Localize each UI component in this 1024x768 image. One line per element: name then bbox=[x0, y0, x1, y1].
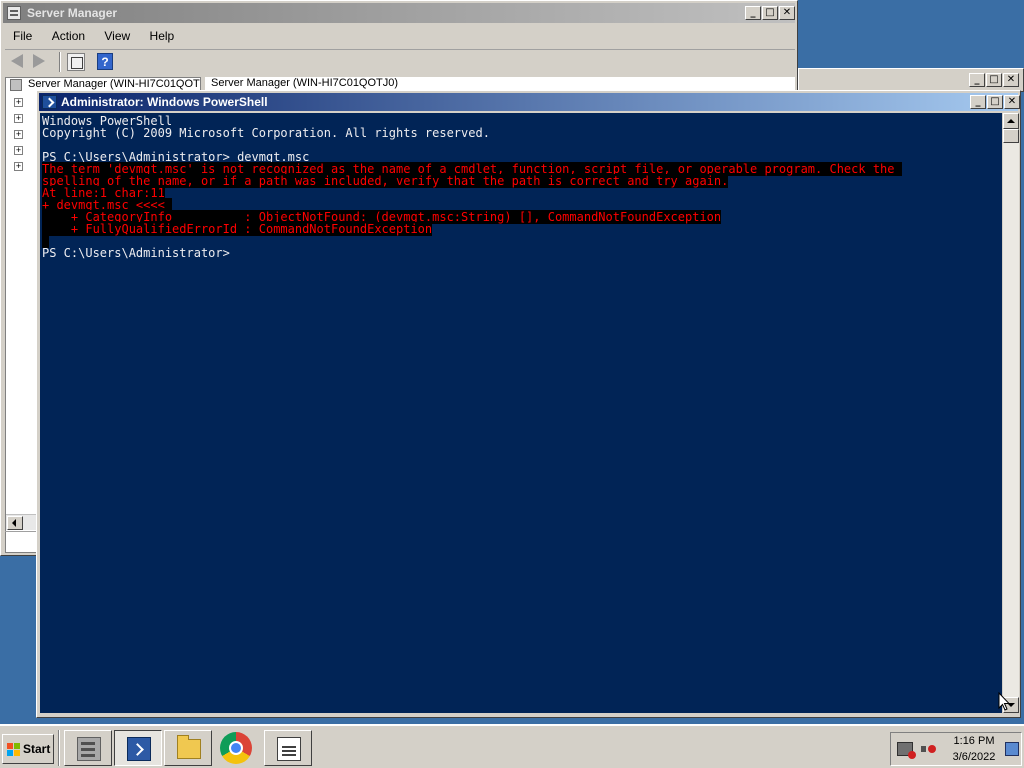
powershell-titlebar[interactable]: Administrator: Windows PowerShell _ □ ✕ bbox=[39, 93, 1020, 111]
background-window[interactable]: _ □ ✕ bbox=[798, 68, 1024, 92]
console-error-line: spelling of the name, or if a path was i… bbox=[42, 174, 1002, 188]
taskbar-server-manager[interactable] bbox=[64, 730, 112, 766]
server-manager-app-icon bbox=[7, 6, 21, 20]
help-icon[interactable]: ? bbox=[97, 53, 113, 70]
server-manager-menubar: File Action View Help bbox=[5, 27, 182, 47]
ps-maximize-button[interactable]: □ bbox=[987, 95, 1003, 109]
bg-maximize-button[interactable]: □ bbox=[986, 73, 1002, 87]
taskbar-notepad[interactable] bbox=[264, 730, 312, 766]
windows-logo-icon bbox=[7, 743, 21, 757]
tree-expander-configuration[interactable]: + bbox=[14, 146, 23, 155]
tree-expander-roles[interactable]: + bbox=[14, 98, 23, 107]
clock-date[interactable]: 3/6/2022 bbox=[947, 751, 1001, 763]
console-line-text: Copyright (C) 2009 Microsoft Corporation… bbox=[42, 126, 490, 140]
server-node-icon bbox=[10, 79, 22, 91]
folder-icon bbox=[177, 735, 201, 759]
powershell-app-icon bbox=[42, 95, 57, 109]
forward-arrow-icon[interactable] bbox=[33, 54, 45, 68]
sm-maximize-button[interactable]: □ bbox=[762, 6, 778, 20]
sm-minimize-button[interactable]: _ bbox=[745, 6, 761, 20]
clock-time[interactable]: 1:16 PM bbox=[947, 735, 1001, 747]
menu-help[interactable]: Help bbox=[142, 27, 183, 45]
console-output-line: Copyright (C) 2009 Microsoft Corporation… bbox=[42, 127, 1002, 139]
scroll-left-arrow-icon[interactable] bbox=[7, 516, 23, 530]
scroll-thumb[interactable] bbox=[1003, 129, 1019, 143]
start-label: Start bbox=[23, 742, 51, 756]
ps-minimize-button[interactable]: _ bbox=[970, 95, 986, 109]
taskbar-explorer[interactable] bbox=[164, 730, 212, 766]
server-manager-toolbar: ? bbox=[5, 49, 795, 73]
console-error-line: + FullyQualifiedErrorId : CommandNotFoun… bbox=[42, 222, 1002, 236]
bg-minimize-button[interactable]: _ bbox=[969, 73, 985, 87]
toolbar-separator bbox=[59, 52, 61, 72]
start-button[interactable]: Start bbox=[2, 734, 54, 764]
server-manager-title: Server Manager bbox=[27, 6, 118, 20]
taskbar: Start 1:16 PM 3/6/2022 bbox=[0, 724, 1024, 768]
bg-close-button[interactable]: ✕ bbox=[1003, 73, 1019, 87]
tree-expander-storage[interactable]: + bbox=[14, 162, 23, 171]
console-error-line: At line:1 char:11 bbox=[42, 186, 1002, 200]
taskbar-powershell[interactable] bbox=[114, 730, 162, 766]
tree-expander-diagnostics[interactable]: + bbox=[14, 130, 23, 139]
back-arrow-icon[interactable] bbox=[11, 54, 23, 68]
powershell-icon bbox=[127, 737, 151, 761]
show-hide-console-tree-icon[interactable] bbox=[67, 53, 85, 71]
show-desktop-icon[interactable] bbox=[1005, 742, 1019, 756]
menu-file[interactable]: File bbox=[5, 27, 40, 45]
menu-view[interactable]: View bbox=[96, 27, 138, 45]
server-manager-titlebar[interactable]: Server Manager _ □ ✕ bbox=[3, 3, 795, 23]
console-line-text: + FullyQualifiedErrorId : CommandNotFoun… bbox=[42, 222, 433, 236]
chrome-icon[interactable] bbox=[220, 732, 252, 764]
notepad-icon bbox=[277, 737, 301, 761]
console-vertical-scrollbar[interactable] bbox=[1003, 113, 1019, 713]
ps-close-button[interactable]: ✕ bbox=[1004, 95, 1020, 109]
details-pane-header: Server Manager (WIN-HI7C01QOTJ0) bbox=[205, 77, 795, 91]
powershell-title: Administrator: Windows PowerShell bbox=[61, 95, 268, 109]
powershell-window[interactable]: Administrator: Windows PowerShell _ □ ✕ … bbox=[36, 90, 1021, 718]
tree-expander-features[interactable]: + bbox=[14, 114, 23, 123]
scroll-up-arrow-icon[interactable] bbox=[1003, 113, 1019, 129]
volume-muted-icon[interactable] bbox=[921, 742, 936, 756]
server-manager-icon bbox=[77, 737, 101, 761]
network-disconnected-icon[interactable] bbox=[897, 742, 916, 759]
taskbar-separator bbox=[58, 730, 60, 766]
tree-root-label: Server Manager (WIN-HI7C01QOT bbox=[28, 78, 200, 90]
menu-action[interactable]: Action bbox=[44, 27, 93, 45]
console-line-text: PS C:\Users\Administrator> bbox=[42, 246, 238, 260]
console-output-line: PS C:\Users\Administrator> bbox=[42, 247, 1002, 259]
sm-close-button[interactable]: ✕ bbox=[779, 6, 795, 20]
system-tray: 1:16 PM 3/6/2022 bbox=[890, 732, 1022, 766]
powershell-console[interactable]: Windows PowerShell Copyright (C) 2009 Mic… bbox=[40, 113, 1002, 713]
